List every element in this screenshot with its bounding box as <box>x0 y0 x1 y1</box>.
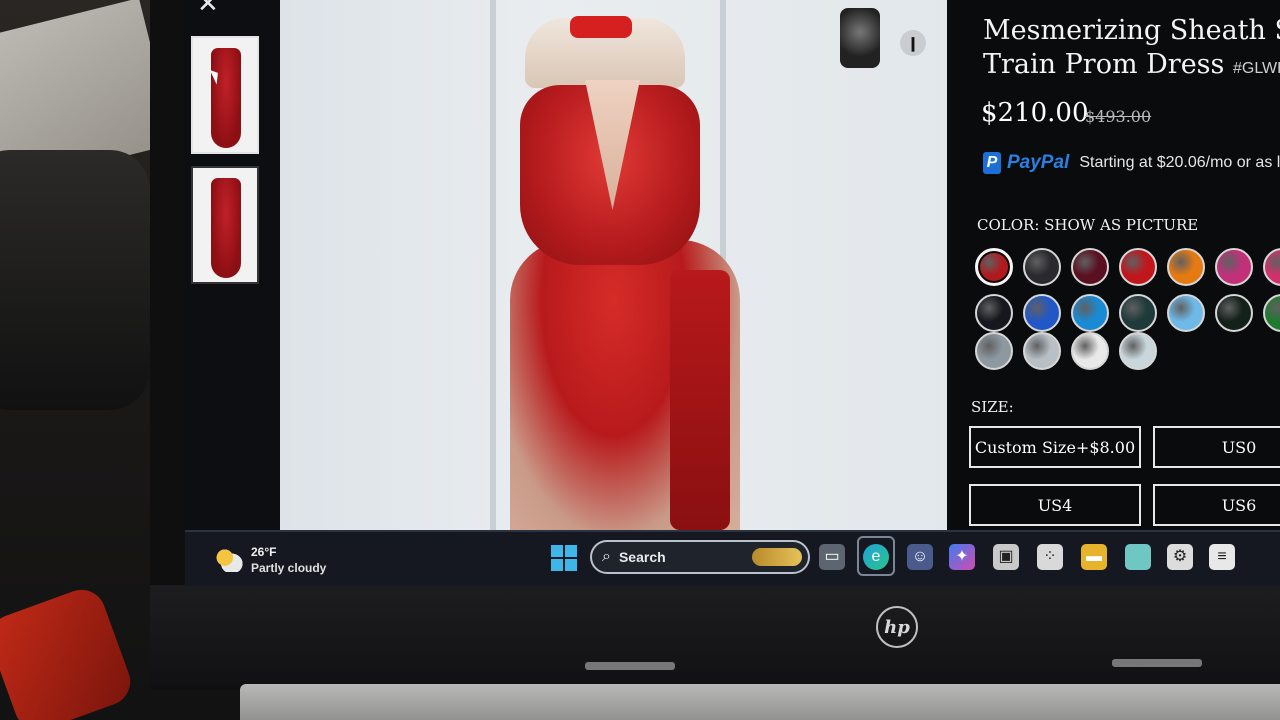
paypal-icon: P <box>983 152 1001 174</box>
teams-icon[interactable]: ☺ <box>907 544 933 570</box>
color-swatch-black[interactable] <box>975 294 1013 332</box>
file-explorer-icon[interactable]: ▬ <box>1081 544 1107 570</box>
original-price: $493.00 <box>1085 107 1152 126</box>
size-option-custom[interactable]: Custom Size+$8.00 <box>969 426 1141 468</box>
thumbnail-2[interactable] <box>191 166 259 284</box>
wall-panel <box>490 0 496 530</box>
edge-browser-icon[interactable]: e <box>863 544 889 570</box>
color-swatch-dark-green[interactable] <box>1215 294 1253 332</box>
dress-thumbnail-image <box>211 48 241 148</box>
color-label: COLOR: SHOW AS PICTURE <box>977 216 1199 234</box>
color-swatch-red[interactable] <box>1119 248 1157 286</box>
color-swatch-orange[interactable] <box>1167 248 1205 286</box>
color-swatch-light-silver[interactable] <box>1023 332 1061 370</box>
close-icon[interactable]: ✕ <box>197 0 219 16</box>
product-title: Mesmerizing Sheath Sw Train Prom Dress #… <box>983 14 1280 86</box>
product-info-panel: Mesmerizing Sheath Sw Train Prom Dress #… <box>947 0 1280 530</box>
color-swatch-white[interactable] <box>1071 332 1109 370</box>
paypal-financing[interactable]: P PayPal Starting at $20.06/mo or as lo <box>983 152 1280 174</box>
weather-temperature[interactable]: 26°F <box>251 545 276 559</box>
hp-logo: hp <box>876 606 918 648</box>
notepad-icon[interactable]: ≡ <box>1209 544 1235 570</box>
thumbnail-1[interactable] <box>191 36 259 154</box>
image-badge-icon: ❙ <box>900 30 926 56</box>
main-product-image[interactable]: ❙ <box>280 0 955 530</box>
weather-condition[interactable]: Partly cloudy <box>251 561 326 575</box>
desk-object <box>0 150 150 410</box>
search-label: Search <box>618 549 666 565</box>
wall-lamp <box>840 8 880 68</box>
product-price: $210.00 <box>981 98 1089 128</box>
size-option-us6[interactable]: US6 <box>1153 484 1280 526</box>
search-icon: ⌕ <box>602 548 611 565</box>
settings-icon[interactable]: ⚙ <box>1167 544 1193 570</box>
title-line-2: Train Prom Dress <box>983 49 1225 80</box>
product-sku: #GLWH2 <box>1232 60 1280 77</box>
laptop-foot <box>1112 659 1202 667</box>
size-option-us0[interactable]: US0 <box>1153 426 1280 468</box>
color-swatch-fuchsia[interactable] <box>1215 248 1253 286</box>
paypal-text: Starting at $20.06/mo or as lo <box>1079 154 1280 171</box>
windows-start-icon[interactable] <box>551 545 577 571</box>
necklace <box>570 16 632 38</box>
size-option-us4[interactable]: US4 <box>969 484 1141 526</box>
laptop-chin <box>150 585 1280 685</box>
color-swatch-pink[interactable] <box>1263 248 1280 286</box>
search-highlight-icon <box>752 548 802 566</box>
color-swatch-burgundy[interactable] <box>1071 248 1109 286</box>
windows-taskbar: 26°F Partly cloudy ⌕ Search ▭ e ☺ ✦ ▣ ⁘ … <box>185 530 1280 586</box>
dress-train <box>670 270 730 530</box>
color-swatch-sky-blue[interactable] <box>1167 294 1205 332</box>
paypal-brand: PayPal <box>1007 152 1070 173</box>
laptop-hinge <box>240 684 1280 720</box>
color-swatch-green[interactable] <box>1263 294 1280 332</box>
color-swatch-ocean-blue[interactable] <box>1071 294 1109 332</box>
partly-cloudy-icon[interactable] <box>215 548 243 572</box>
color-swatch-silver[interactable] <box>975 332 1013 370</box>
laptop-foot <box>585 662 675 670</box>
laptop-screen: ✕ ❙ Mesmerizing Sheath Sw <box>185 0 1280 586</box>
photo-scene: hp ✕ ❙ Mesmerizing Sheath Train Prom Dre… <box>0 0 1280 720</box>
title-line-1: Mesmerizing Sheath Sw <box>983 15 1280 46</box>
copilot-icon[interactable]: ✦ <box>949 544 975 570</box>
red-object <box>0 583 137 720</box>
size-label: SIZE: <box>971 398 1014 416</box>
color-swatch-royal-blue[interactable] <box>1023 294 1061 332</box>
taskbar-search[interactable]: ⌕ Search <box>590 540 810 574</box>
color-swatch-teal-sparkle[interactable] <box>1119 294 1157 332</box>
thumbnail-column: ✕ <box>185 0 280 530</box>
color-swatch-black-sparkle[interactable] <box>1023 248 1061 286</box>
task-view-icon[interactable]: ▭ <box>819 544 845 570</box>
color-swatch-show-as-picture[interactable] <box>975 248 1013 286</box>
dress-thumbnail-image <box>211 178 241 278</box>
store-icon[interactable]: ▣ <box>993 544 1019 570</box>
calendar-icon[interactable]: ⁘ <box>1037 544 1063 570</box>
color-swatch-pale-blue[interactable] <box>1119 332 1157 370</box>
app-icon[interactable] <box>1125 544 1151 570</box>
